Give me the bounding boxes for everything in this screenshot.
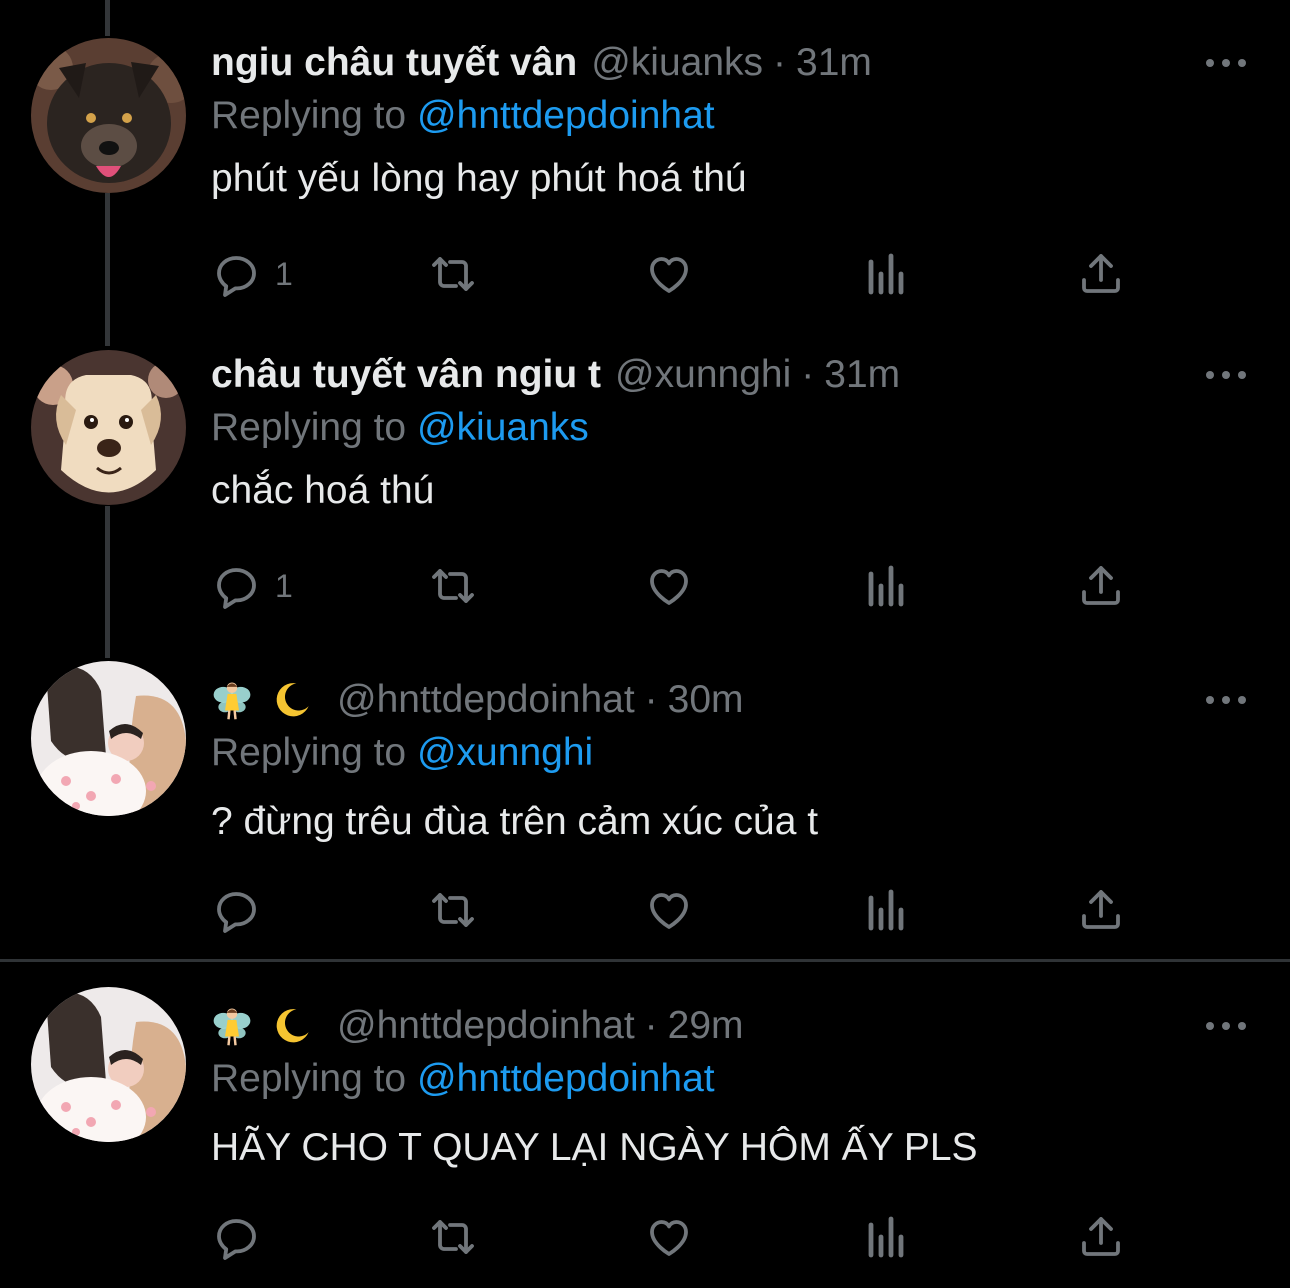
replying-to-label: Replying to xyxy=(211,94,407,137)
like-button[interactable] xyxy=(645,562,693,610)
tweet-header: châu tuyết vân ngiu t @xunnghi · 31m xyxy=(211,350,900,400)
avatar[interactable] xyxy=(31,661,186,816)
retweet-button[interactable] xyxy=(429,886,477,934)
share-icon xyxy=(1077,886,1125,934)
timestamp[interactable]: 31m xyxy=(824,350,900,400)
avatar[interactable] xyxy=(31,350,186,505)
like-icon xyxy=(645,250,693,298)
fairy-emoji xyxy=(211,679,253,721)
like-icon xyxy=(645,562,693,610)
views-icon xyxy=(861,886,909,934)
more-icon[interactable] xyxy=(1206,363,1246,387)
reply-button[interactable]: 1 xyxy=(213,562,293,610)
views-icon xyxy=(861,562,909,610)
mention-link[interactable]: @kiuanks xyxy=(417,406,589,449)
display-name[interactable]: ngiu châu tuyết vân xyxy=(211,38,577,88)
replying-to-label: Replying to xyxy=(211,1057,407,1100)
dog-dark-avatar xyxy=(31,38,186,193)
more-icon[interactable] xyxy=(1206,688,1246,712)
replying-to: Replying to @hnttdepdoinhat xyxy=(211,92,715,140)
mention-link[interactable]: @xunnghi xyxy=(417,731,593,774)
retweet-button[interactable] xyxy=(429,250,477,298)
replying-to-label: Replying to xyxy=(211,731,407,774)
reply-count: 1 xyxy=(275,567,293,604)
user-handle[interactable]: @xunnghi xyxy=(615,350,791,400)
more-icon[interactable] xyxy=(1206,51,1246,75)
reply-count: 1 xyxy=(275,255,293,292)
thread-connector xyxy=(105,506,110,658)
reply-button[interactable]: 1 xyxy=(213,250,293,298)
mention-link[interactable]: @hnttdepdoinhat xyxy=(417,1057,715,1100)
timestamp[interactable]: 31m xyxy=(796,38,872,88)
like-button[interactable] xyxy=(645,1213,693,1261)
display-name[interactable]: châu tuyết vân ngiu t xyxy=(211,350,601,400)
views-button[interactable] xyxy=(861,886,909,934)
tweet-header: ngiu châu tuyết vân @kiuanks · 31m xyxy=(211,38,872,88)
share-button[interactable] xyxy=(1077,250,1125,298)
retweet-icon xyxy=(429,562,477,610)
views-button[interactable] xyxy=(861,1213,909,1261)
retweet-button[interactable] xyxy=(429,562,477,610)
retweet-icon xyxy=(429,1213,477,1261)
like-button[interactable] xyxy=(645,250,693,298)
separator-dot: · xyxy=(773,41,787,84)
share-icon xyxy=(1077,1213,1125,1261)
like-icon xyxy=(645,886,693,934)
avatar[interactable] xyxy=(31,987,186,1142)
tweet-text: ? đừng trêu đùa trên cảm xúc của t xyxy=(211,800,819,843)
thread-connector xyxy=(105,0,110,36)
girls-photo-avatar xyxy=(31,661,186,816)
crescent-moon-emoji xyxy=(271,679,313,721)
replying-to: Replying to @kiuanks xyxy=(211,404,589,452)
reply-icon xyxy=(213,562,261,610)
tweet-header: @hnttdepdoinhat · 30m xyxy=(211,675,744,725)
reply-button[interactable] xyxy=(213,886,275,934)
replying-to: Replying to @hnttdepdoinhat xyxy=(211,1055,715,1103)
retweet-icon xyxy=(429,886,477,934)
like-button[interactable] xyxy=(645,886,693,934)
share-icon xyxy=(1077,250,1125,298)
tweet-text: chắc hoá thú xyxy=(211,469,435,512)
replying-to-label: Replying to xyxy=(211,406,407,449)
views-button[interactable] xyxy=(861,562,909,610)
avatar[interactable] xyxy=(31,38,186,193)
timestamp[interactable]: 30m xyxy=(668,675,744,725)
user-handle[interactable]: @hnttdepdoinhat xyxy=(337,675,635,725)
separator-dot: · xyxy=(801,353,815,396)
reply-icon xyxy=(213,1213,261,1261)
reply-icon xyxy=(213,250,261,298)
separator-dot: · xyxy=(644,1004,658,1047)
separator-dot: · xyxy=(644,678,658,721)
share-button[interactable] xyxy=(1077,1213,1125,1261)
reply-button[interactable] xyxy=(213,1213,275,1261)
timestamp[interactable]: 29m xyxy=(668,1001,744,1051)
share-button[interactable] xyxy=(1077,562,1125,610)
tweet-header: @hnttdepdoinhat · 29m xyxy=(211,1001,744,1051)
share-icon xyxy=(1077,562,1125,610)
crescent-moon-emoji xyxy=(271,1005,313,1047)
more-icon[interactable] xyxy=(1206,1014,1246,1038)
display-name[interactable] xyxy=(211,679,313,721)
display-name[interactable] xyxy=(211,1005,313,1047)
girls-photo-avatar xyxy=(31,987,186,1142)
fairy-emoji xyxy=(211,1005,253,1047)
thread-connector xyxy=(105,193,110,346)
share-button[interactable] xyxy=(1077,886,1125,934)
reply-icon xyxy=(213,886,261,934)
tweet-text: phút yếu lòng hay phút hoá thú xyxy=(211,157,747,200)
conversation-divider xyxy=(0,959,1290,962)
tweet-text: HÃY CHO T QUAY LẠI NGÀY HÔM ẤY PLS xyxy=(211,1126,978,1169)
user-handle[interactable]: @hnttdepdoinhat xyxy=(337,1001,635,1051)
views-icon xyxy=(861,250,909,298)
replying-to: Replying to @xunnghi xyxy=(211,729,593,777)
user-handle[interactable]: @kiuanks xyxy=(591,38,763,88)
retweet-icon xyxy=(429,250,477,298)
mention-link[interactable]: @hnttdepdoinhat xyxy=(417,94,715,137)
views-icon xyxy=(861,1213,909,1261)
views-button[interactable] xyxy=(861,250,909,298)
like-icon xyxy=(645,1213,693,1261)
dog-labrador-avatar xyxy=(31,350,186,505)
retweet-button[interactable] xyxy=(429,1213,477,1261)
